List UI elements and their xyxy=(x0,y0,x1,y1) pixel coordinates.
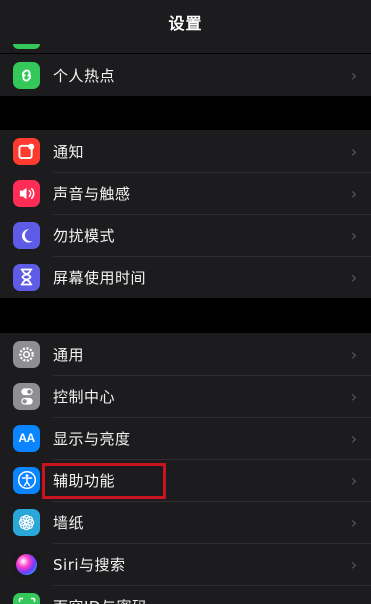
row-control-center[interactable]: 控制中心 › xyxy=(0,375,371,417)
siri-icon xyxy=(13,550,40,578)
row-personal-hotspot[interactable]: 个人热点 › xyxy=(0,54,371,96)
sound-icon xyxy=(13,179,40,207)
notifications-icon xyxy=(13,137,40,165)
row-display-brightness[interactable]: AA 显示与亮度 › xyxy=(0,417,371,459)
chevron-right-icon: › xyxy=(350,386,358,406)
gear-icon xyxy=(13,340,40,368)
row-sounds-haptics[interactable]: 声音与触感 › xyxy=(0,172,371,214)
row-label: 个人热点 xyxy=(53,66,116,85)
row-label: 声音与触感 xyxy=(53,184,131,203)
nav-bar: 设置 xyxy=(0,0,371,44)
settings-group-general: 通用 › 控制中心 › AA 显示与亮度 › 辅助功能 › 墙纸 › Siri与… xyxy=(0,333,371,604)
row-label: 控制中心 xyxy=(53,387,116,406)
faceid-icon xyxy=(13,592,40,604)
chevron-right-icon: › xyxy=(350,225,358,245)
row-siri-search[interactable]: Siri与搜索 › xyxy=(0,543,371,585)
row-label: 辅助功能 xyxy=(53,471,116,490)
chevron-right-icon: › xyxy=(343,597,365,604)
row-label: 通知 xyxy=(53,142,85,161)
moon-icon xyxy=(13,221,40,249)
row-faceid-passcode[interactable]: 面容ID与密码 › xyxy=(0,585,371,604)
chevron-right-icon: › xyxy=(350,65,358,85)
chevron-right-icon: › xyxy=(350,267,358,287)
display-aa-icon: AA xyxy=(13,424,40,452)
row-label: Siri与搜索 xyxy=(53,555,126,574)
hotspot-icon xyxy=(13,61,40,89)
row-label: 墙纸 xyxy=(53,513,85,532)
row-label: 屏幕使用时间 xyxy=(53,268,147,287)
row-notifications[interactable]: 通知 › xyxy=(0,130,371,172)
partial-icon xyxy=(13,44,40,49)
row-label: 显示与亮度 xyxy=(53,429,131,448)
flower-icon xyxy=(13,508,40,536)
page-title: 设置 xyxy=(168,14,203,33)
row-label: 通用 xyxy=(53,345,85,364)
partial-row-top xyxy=(0,44,371,53)
row-accessibility[interactable]: 辅助功能 › xyxy=(0,459,371,501)
hourglass-icon xyxy=(13,263,40,291)
row-do-not-disturb[interactable]: 勿扰模式 › xyxy=(0,214,371,256)
row-label: 勿扰模式 xyxy=(53,226,116,245)
toggles-icon xyxy=(13,382,40,410)
chevron-right-icon: › xyxy=(350,141,358,161)
row-screen-time[interactable]: 屏幕使用时间 › xyxy=(0,256,371,298)
chevron-right-icon: › xyxy=(350,470,358,490)
chevron-right-icon: › xyxy=(350,554,358,574)
row-wallpaper[interactable]: 墙纸 › xyxy=(0,501,371,543)
settings-group-connectivity: 个人热点 › xyxy=(0,54,371,96)
row-general[interactable]: 通用 › xyxy=(0,333,371,375)
chevron-right-icon: › xyxy=(350,512,358,532)
chevron-right-icon: › xyxy=(350,428,358,448)
settings-group-notifications: 通知 › 声音与触感 › 勿扰模式 › 屏幕使用时间 › xyxy=(0,130,371,298)
chevron-right-icon: › xyxy=(350,183,358,203)
chevron-right-icon: › xyxy=(350,344,358,364)
accessibility-icon xyxy=(13,466,40,494)
row-label: 面容ID与密码 xyxy=(53,596,343,604)
